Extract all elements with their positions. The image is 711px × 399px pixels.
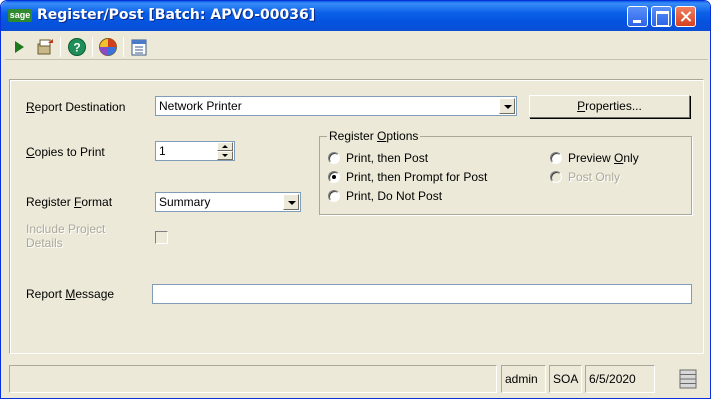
register-options-group: Register Options Print, then Post Print,…: [319, 129, 692, 215]
print-then-post-radio[interactable]: [328, 152, 340, 164]
close-button[interactable]: [675, 6, 696, 27]
customize-icon[interactable]: [98, 37, 118, 57]
post-only-radio[interactable]: [550, 171, 562, 183]
print-then-post-label[interactable]: Print, then Post: [346, 151, 428, 165]
run-icon[interactable]: [9, 37, 29, 57]
register-format-label: Register Format: [26, 195, 113, 209]
copies-to-print-label: Copies to Print: [26, 145, 105, 159]
report-destination-label: Report Destination: [26, 100, 126, 114]
status-company: SOA: [549, 365, 582, 393]
register-post-window: sage Register/Post [Batch: APVO-00036] ?: [0, 0, 711, 399]
include-project-details-label: Include Project Details: [26, 222, 106, 250]
maximize-button[interactable]: [651, 6, 672, 27]
report-destination-value: Network Printer: [159, 99, 242, 113]
window-title: Register/Post [Batch: APVO-00036]: [37, 7, 316, 23]
calendar-icon[interactable]: [129, 37, 149, 57]
spin-up-icon[interactable]: [217, 142, 233, 151]
status-user: admin: [501, 365, 546, 393]
toolbar-separator: [92, 37, 93, 57]
status-message: [9, 365, 497, 393]
print-do-not-post-radio[interactable]: [328, 190, 340, 202]
toolbar-separator: [123, 37, 124, 57]
print-then-prompt-for-post-label[interactable]: Print, then Prompt for Post: [346, 170, 487, 184]
post-only-label: Post Only: [568, 170, 621, 184]
chevron-down-icon[interactable]: [499, 98, 515, 114]
preview-only-label[interactable]: Preview Only: [568, 151, 639, 165]
toolbar-separator: [60, 37, 61, 57]
report-message-label: Report Message: [26, 287, 115, 301]
report-message-field[interactable]: [152, 284, 692, 304]
status-date: 6/5/2020: [585, 365, 655, 393]
sage-logo-icon: sage: [8, 9, 32, 22]
include-project-details-checkbox[interactable]: [155, 231, 168, 244]
register-format-value: Summary: [159, 195, 211, 209]
print-then-prompt-for-post-radio[interactable]: [328, 171, 340, 183]
export-icon[interactable]: [35, 37, 55, 57]
chevron-down-icon[interactable]: [283, 194, 299, 210]
svg-text:?: ?: [73, 41, 80, 55]
database-icon[interactable]: [677, 368, 699, 390]
report-destination-select[interactable]: Network Printer: [155, 96, 517, 116]
toolbar: ?: [5, 34, 708, 60]
print-do-not-post-label[interactable]: Print, Do Not Post: [346, 189, 442, 203]
main-panel: Report Destination Network Printer Prope…: [9, 79, 704, 354]
status-bar: admin SOA 6/5/2020: [9, 365, 709, 393]
title-bar[interactable]: sage Register/Post [Batch: APVO-00036]: [1, 1, 710, 31]
register-format-select[interactable]: Summary: [155, 192, 301, 212]
minimize-button[interactable]: [627, 6, 648, 27]
register-options-legend: Register Options: [327, 129, 421, 143]
help-icon[interactable]: ?: [67, 37, 87, 57]
spin-down-icon[interactable]: [217, 151, 233, 160]
preview-only-radio[interactable]: [550, 152, 562, 164]
properties-button[interactable]: Properties...: [529, 95, 690, 118]
copies-to-print-value: 1: [159, 144, 166, 158]
